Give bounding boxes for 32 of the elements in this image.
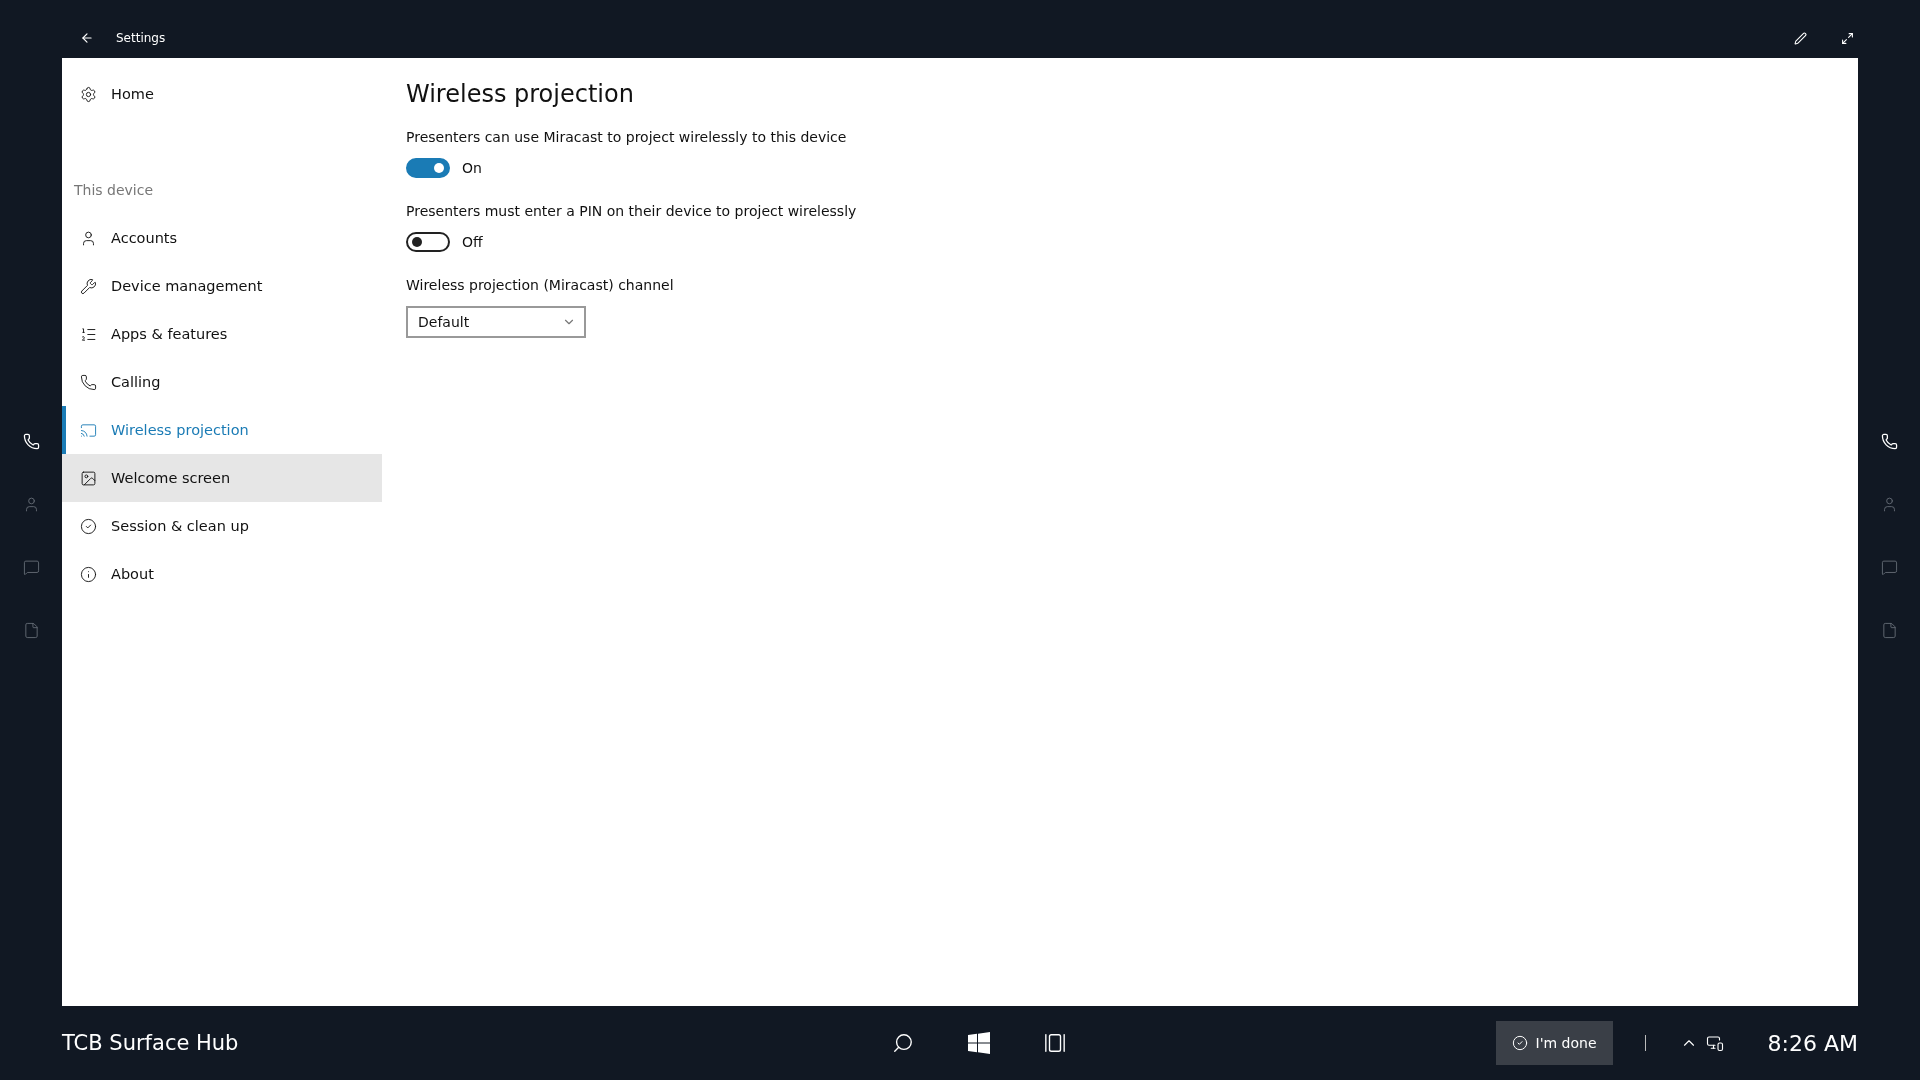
sidebar-item[interactable]: About [62, 550, 382, 598]
home-item[interactable]: Home [62, 70, 382, 118]
device-name: TCB Surface Hub [62, 1031, 240, 1055]
check-circle-icon [1511, 1035, 1528, 1051]
clock-time: 8:26 AM [1767, 1030, 1858, 1056]
phone-icon [80, 373, 97, 391]
toggle-switch[interactable] [406, 232, 450, 252]
info-icon [80, 565, 97, 583]
section-heading: This device [73, 181, 155, 200]
settings-icon [80, 85, 97, 103]
list-icon [80, 325, 97, 343]
window-title: Settings [116, 31, 167, 45]
check-circle-icon [80, 517, 97, 535]
wrench-icon [80, 277, 97, 295]
sidebar-item[interactable]: Accounts [62, 214, 382, 262]
channel-dropdown[interactable]: Default [406, 306, 586, 338]
im-done-button[interactable]: I'm done [1495, 1021, 1613, 1065]
sidebar-item[interactable]: Welcome screen [62, 454, 382, 502]
toggle-state: On [462, 160, 482, 176]
setting-label: Presenters can use Miracast to project wirelessly to this device [406, 129, 848, 145]
setting-label: Wireless projection (Miracast) channel [406, 277, 675, 293]
picture-icon [80, 469, 97, 487]
sidebar-item[interactable]: Session & clean up [62, 502, 382, 550]
toggle-state: Off [462, 234, 483, 250]
setting-label: Presenters must enter a PIN on their device to project wirelessly [406, 203, 858, 219]
projection-icon [80, 421, 97, 439]
person-icon [80, 229, 97, 247]
sidebar-item[interactable]: Apps & features [62, 310, 382, 358]
toggle-switch[interactable] [406, 158, 450, 178]
sidebar-item[interactable]: Calling [62, 358, 382, 406]
sidebar-item[interactable]: Device management [62, 262, 382, 310]
page-title: Wireless projection [406, 80, 635, 108]
